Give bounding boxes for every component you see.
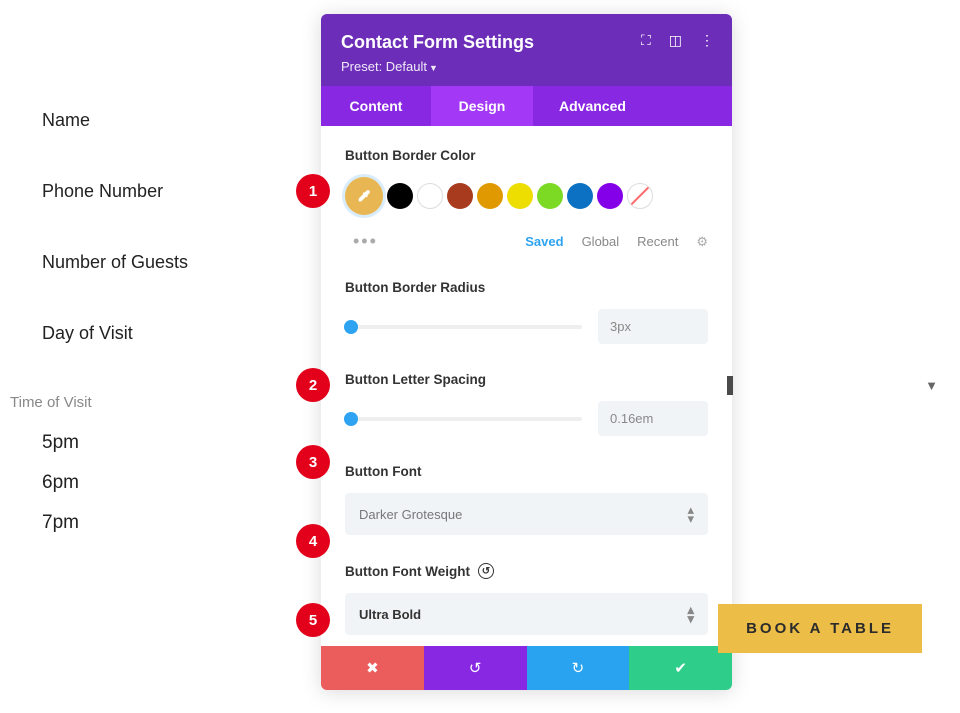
swatch-purple[interactable] xyxy=(597,183,623,209)
undo-button[interactable]: ↺ xyxy=(424,646,527,690)
preset-dropdown[interactable]: Preset: Default▼ xyxy=(341,59,712,74)
border-radius-input[interactable] xyxy=(598,309,708,344)
annotation-2: 2 xyxy=(296,368,330,402)
recent-tab[interactable]: Recent xyxy=(637,234,678,249)
annotation-4: 4 xyxy=(296,524,330,558)
annotation-1: 1 xyxy=(296,174,330,208)
panel-header: Contact Form Settings Preset: Default▼ ⛶… xyxy=(321,14,732,86)
settings-panel: Contact Form Settings Preset: Default▼ ⛶… xyxy=(321,14,732,690)
panel-tabs: Content Design Advanced xyxy=(321,86,732,126)
time-5pm[interactable]: 5pm xyxy=(10,423,290,463)
swatch-darkred[interactable] xyxy=(447,183,473,209)
swatch-yellow[interactable] xyxy=(507,183,533,209)
redo-button[interactable]: ↻ xyxy=(527,646,630,690)
tab-design[interactable]: Design xyxy=(431,86,533,126)
panel-body: Button Border Color ••• Saved Global xyxy=(321,126,732,646)
border-color-label: Button Border Color xyxy=(345,148,708,163)
swatch-green[interactable] xyxy=(537,183,563,209)
letter-spacing-input[interactable] xyxy=(598,401,708,436)
swatch-orange[interactable] xyxy=(477,183,503,209)
reset-icon[interactable]: ↺ xyxy=(478,563,494,579)
weight-select[interactable]: Ultra Bold ▴▾ xyxy=(345,593,708,635)
form-fields-container: Name Phone Number Number of Guests Day o… xyxy=(10,110,290,543)
annotation-5: 5 xyxy=(296,603,330,637)
tab-content[interactable]: Content xyxy=(321,86,431,126)
swatch-white[interactable] xyxy=(417,183,443,209)
saved-tab[interactable]: Saved xyxy=(525,234,563,249)
swatch-blue[interactable] xyxy=(567,183,593,209)
field-guests[interactable]: Number of Guests xyxy=(10,252,290,273)
time-of-visit-label: Time of Visit xyxy=(10,394,290,411)
font-select[interactable]: Darker Grotesque ▴▾ xyxy=(345,493,708,535)
chevron-down-icon[interactable]: ▼ xyxy=(925,378,938,393)
scrollbar-hint[interactable] xyxy=(727,376,733,395)
eyedropper-icon xyxy=(356,188,372,204)
time-7pm[interactable]: 7pm xyxy=(10,503,290,543)
border-radius-label: Button Border Radius xyxy=(345,280,708,295)
weight-value: Ultra Bold xyxy=(359,607,421,622)
weight-label: Button Font Weight ↺ xyxy=(345,563,708,579)
expand-icon[interactable]: ⛶ xyxy=(641,32,651,49)
chevron-updown-icon: ▴▾ xyxy=(687,505,694,523)
cancel-button[interactable]: ✖ xyxy=(321,646,424,690)
font-value: Darker Grotesque xyxy=(359,507,462,522)
kebab-menu-icon[interactable]: ⋮ xyxy=(700,32,714,49)
more-colors-icon[interactable]: ••• xyxy=(345,231,378,252)
field-name[interactable]: Name xyxy=(10,110,290,131)
gear-icon[interactable]: ⚙ xyxy=(696,234,708,250)
time-6pm[interactable]: 6pm xyxy=(10,463,290,503)
swatch-black[interactable] xyxy=(387,183,413,209)
panel-footer: ✖ ↺ ↻ ✔ xyxy=(321,646,732,690)
chevron-updown-icon: ▴▾ xyxy=(687,605,694,623)
layout-icon[interactable]: ◫ xyxy=(669,32,682,49)
letter-spacing-label: Button Letter Spacing xyxy=(345,372,708,387)
global-tab[interactable]: Global xyxy=(582,234,620,249)
save-button[interactable]: ✔ xyxy=(629,646,732,690)
field-day[interactable]: Day of Visit xyxy=(10,323,290,344)
swatch-transparent[interactable] xyxy=(627,183,653,209)
border-radius-slider[interactable] xyxy=(345,325,582,329)
annotation-3: 3 xyxy=(296,445,330,479)
book-table-button[interactable]: BOOK A TABLE xyxy=(718,604,922,653)
tab-advanced[interactable]: Advanced xyxy=(533,86,732,126)
color-swatches xyxy=(345,177,708,215)
eyedropper-button[interactable] xyxy=(345,177,383,215)
font-label: Button Font xyxy=(345,464,708,479)
letter-spacing-slider[interactable] xyxy=(345,417,582,421)
field-phone[interactable]: Phone Number xyxy=(10,181,290,202)
